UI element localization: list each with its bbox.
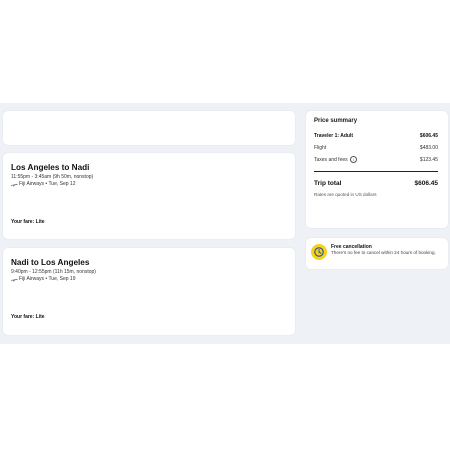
info-icon[interactable]: i: [349, 156, 357, 163]
plane-icon: [11, 183, 18, 186]
return-flight-card[interactable]: Nadi to Los Angeles 9:40pm - 12:55pm (11…: [3, 248, 295, 335]
price-summary-title: Price summary: [314, 118, 358, 124]
plane-icon: [11, 278, 18, 281]
price-summary-card: Price summary Traveler 1: Adult $606.45 …: [306, 111, 448, 228]
flight-price-row: Flight $483.00: [314, 145, 438, 151]
outbound-times: 11:55pm - 3:45am (9h 50m, nonstop): [11, 174, 94, 180]
outbound-route-title: Los Angeles to Nadi: [11, 163, 90, 172]
free-cancellation-text: There's no fee to cancel within 24 hours…: [331, 250, 436, 255]
taxes-row: Taxes and fees i $123.45: [314, 156, 438, 163]
summary-divider: [314, 171, 438, 172]
trip-total-row: Trip total $606.45: [314, 180, 438, 187]
outbound-fare: Your fare: Lite: [11, 219, 45, 225]
trip-total-amount: $606.45: [414, 180, 439, 187]
flight-label: Flight: [314, 145, 327, 151]
currency-note: Rates are quoted in US dollars: [314, 192, 377, 197]
traveler-row: Traveler 1: Adult $606.45: [314, 133, 438, 139]
outbound-airline-row: Fiji Airways • Tue, Sep 12: [11, 181, 76, 187]
page-content: Los Angeles to Nadi 11:55pm - 3:45am (9h…: [0, 103, 450, 344]
return-airline-row: Fiji Airways • Tue, Sep 19: [11, 276, 76, 282]
traveler-amount: $606.45: [419, 133, 438, 139]
taxes-label: Taxes and fees: [314, 156, 348, 163]
free-cancellation-card: Free cancellation There's no fee to canc…: [306, 238, 448, 269]
outbound-airline-date: Fiji Airways • Tue, Sep 12: [19, 181, 76, 187]
flight-amount: $483.00: [419, 145, 438, 151]
taxes-amount: $123.45: [419, 156, 438, 163]
return-times: 9:40pm - 12:55pm (11h 15m, nonstop): [11, 269, 96, 275]
empty-banner-card: [3, 111, 295, 145]
traveler-label: Traveler 1: Adult: [314, 133, 353, 139]
clock-check-icon: [311, 244, 327, 260]
return-route-title: Nadi to Los Angeles: [11, 258, 90, 267]
return-fare: Your fare: Lite: [11, 314, 45, 320]
trip-total-label: Trip total: [314, 180, 342, 187]
return-airline-date: Fiji Airways • Tue, Sep 19: [19, 276, 76, 282]
outbound-flight-card[interactable]: Los Angeles to Nadi 11:55pm - 3:45am (9h…: [3, 153, 295, 239]
